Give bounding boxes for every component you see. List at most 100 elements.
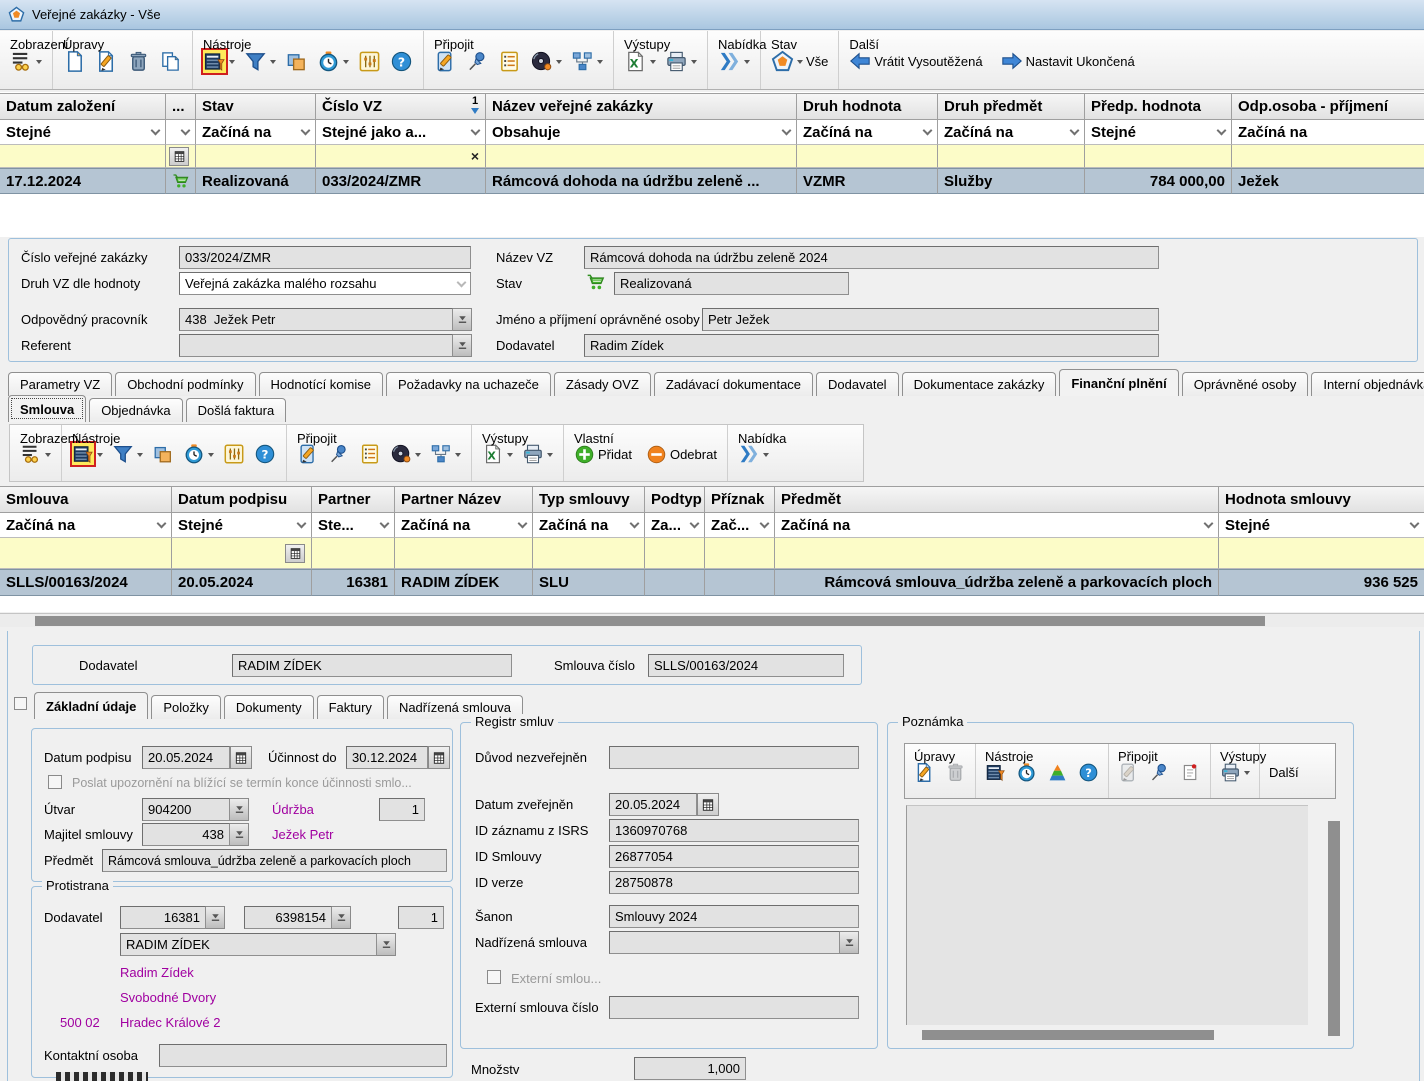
filter-button[interactable] <box>244 50 276 73</box>
filter-operator[interactable]: Stejné <box>0 120 166 145</box>
cell-druh-hodnota[interactable]: VZMR <box>797 168 938 194</box>
id-smlouvy-field[interactable]: 26877054 <box>609 845 859 868</box>
nazev-vz-field[interactable]: Rámcová dohoda na údržbu zeleně 2024 <box>584 246 1159 269</box>
cell-status-icon[interactable] <box>166 168 196 194</box>
lookup-spinner-button[interactable] <box>332 906 351 929</box>
table-filter-button[interactable] <box>985 762 1006 783</box>
collapse-checkbox[interactable] <box>14 697 27 710</box>
column-header-smlouva[interactable]: Smlouva <box>0 486 172 513</box>
column-filter-button[interactable] <box>72 443 103 465</box>
print-button[interactable] <box>665 50 697 73</box>
protistrana-poradi-field[interactable]: 1 <box>398 906 444 929</box>
dodavatel-field[interactable]: RADIM ZÍDEK <box>232 654 512 677</box>
filter-button[interactable] <box>112 443 143 465</box>
column-header-typ-smlouvy[interactable]: Typ smlouvy <box>533 486 645 513</box>
note-edit-button[interactable] <box>1118 762 1139 783</box>
cell-smlouva[interactable]: SLLS/00163/2024 <box>0 569 172 596</box>
note-edit-button[interactable] <box>434 50 457 73</box>
column-header-datum-podpisu[interactable]: Datum podpisu <box>172 486 312 513</box>
tasks-button[interactable] <box>359 443 381 465</box>
tasks-button[interactable] <box>498 50 521 73</box>
export-excel-button[interactable] <box>624 50 656 73</box>
column-header-partner[interactable]: Partner <box>312 486 395 513</box>
filter-operator[interactable]: Začíná na <box>1232 120 1424 145</box>
duvod-nezverejnen-field[interactable] <box>609 746 859 769</box>
tab-opravnene-osoby[interactable]: Oprávněné osoby <box>1182 372 1309 396</box>
smlouva-grid-selected-row[interactable]: SLLS/00163/2024 20.05.2024 16381 RADIM Z… <box>0 569 1424 596</box>
layout-button[interactable] <box>152 443 174 465</box>
externi-smlouva-checkbox[interactable] <box>487 970 501 984</box>
stav-field[interactable]: Realizovaná <box>614 272 849 295</box>
odebrat-button[interactable]: Odebrat <box>646 444 717 465</box>
chart-button[interactable] <box>1047 762 1068 783</box>
column-header-datum-zalozeni[interactable]: Datum založení <box>0 93 166 120</box>
copy-record-button[interactable] <box>159 50 182 73</box>
cell-hodnota[interactable]: 936 525 <box>1219 569 1424 596</box>
filter-operator[interactable]: Stejné jako a... <box>316 120 486 145</box>
layout-button[interactable] <box>285 50 308 73</box>
filter-input[interactable] <box>705 538 775 569</box>
upozorneni-checkbox[interactable] <box>48 775 62 789</box>
pridat-button[interactable]: Přidat <box>574 444 632 465</box>
lookup-spinner-button[interactable] <box>840 931 859 954</box>
note-button[interactable] <box>1180 762 1201 783</box>
filter-input[interactable] <box>533 538 645 569</box>
filter-operator[interactable]: Začíná na <box>775 513 1219 538</box>
filter-operator[interactable]: Stejné <box>1085 120 1232 145</box>
cell-odp-osoba[interactable]: Ježek <box>1232 168 1424 194</box>
predmet-field[interactable]: Rámcová smlouva_údržba zeleně a parkovac… <box>102 849 447 872</box>
column-header-icon[interactable]: ... <box>166 93 196 120</box>
id-zaznamu-isrs-field[interactable]: 1360970768 <box>609 819 859 842</box>
new-record-button[interactable] <box>63 50 86 73</box>
filter-operator[interactable]: Stejné <box>1219 513 1424 538</box>
cell-cislo-vz[interactable]: 033/2024/ZMR <box>316 168 486 194</box>
menu-button[interactable] <box>718 50 750 73</box>
tab-zakladni-udaje[interactable]: Základní údaje <box>34 692 148 719</box>
majitel-smlouvy-field[interactable]: 438 <box>142 823 230 846</box>
lookup-spinner-button[interactable] <box>453 308 472 331</box>
tab-polozky[interactable]: Položky <box>151 695 221 719</box>
tab-zasady-ovz[interactable]: Zásady OVZ <box>554 372 651 396</box>
column-header-druh-hodnota[interactable]: Druh hodnota <box>797 93 938 120</box>
history-button[interactable] <box>183 443 214 465</box>
cell-predmet[interactable]: Rámcová smlouva_údržba zeleně a parkovac… <box>775 569 1219 596</box>
filter-operator[interactable]: Začíná na <box>395 513 533 538</box>
print-button[interactable] <box>1220 762 1250 783</box>
status-filter-button[interactable]: Vše <box>771 50 828 73</box>
media-button[interactable] <box>530 50 562 73</box>
utvar-field[interactable]: 904200 <box>142 798 230 821</box>
filter-input[interactable] <box>775 538 1219 569</box>
tab-objednavka[interactable]: Objednávka <box>89 398 182 422</box>
filter-input[interactable]: × <box>316 145 486 168</box>
calendar-picker-button[interactable] <box>230 746 252 769</box>
filter-input[interactable] <box>1232 145 1424 168</box>
id-verze-field[interactable]: 28750878 <box>609 871 859 894</box>
history-button[interactable] <box>1016 762 1037 783</box>
filter-operator[interactable]: Obsahuje <box>486 120 797 145</box>
cell-druh-predmet[interactable]: Služby <box>938 168 1085 194</box>
clear-filter-icon[interactable]: × <box>471 148 479 164</box>
workflow-button[interactable] <box>571 50 603 73</box>
tab-smlouva[interactable]: Smlouva <box>8 395 86 422</box>
filter-input[interactable] <box>312 538 395 569</box>
column-header-cislo-vz[interactable]: Číslo VZ1 <box>316 93 486 120</box>
cislo-vz-field[interactable]: 033/2024/ZMR <box>179 246 471 269</box>
poznamka-textarea[interactable] <box>906 805 1308 1025</box>
calendar-picker-button[interactable] <box>169 147 189 166</box>
cell-predp-hodnota[interactable]: 784 000,00 <box>1085 168 1232 194</box>
column-header-hodnota-smlouvy[interactable]: Hodnota smlouvy <box>1219 486 1424 513</box>
filter-input[interactable] <box>395 538 533 569</box>
tab-faktury[interactable]: Faktury <box>317 695 384 719</box>
cell-priznak[interactable] <box>705 569 775 596</box>
tab-financni-plneni[interactable]: Finanční plnění <box>1059 369 1178 396</box>
smlouva-grid-hscrollbar-thumb[interactable] <box>35 616 1265 626</box>
tab-dodavatel[interactable]: Dodavatel <box>816 372 899 396</box>
delete-note-button[interactable] <box>945 762 966 783</box>
nadrizena-smlouva-field[interactable] <box>609 931 840 954</box>
filter-input[interactable] <box>797 145 938 168</box>
cell-stav[interactable]: Realizovaná <box>196 168 316 194</box>
filter-input[interactable] <box>196 145 316 168</box>
view-settings-button[interactable] <box>10 50 42 73</box>
column-header-odp-osoba[interactable]: Odp.osoba - příjmení <box>1232 93 1424 120</box>
lookup-spinner-button[interactable] <box>453 334 472 357</box>
